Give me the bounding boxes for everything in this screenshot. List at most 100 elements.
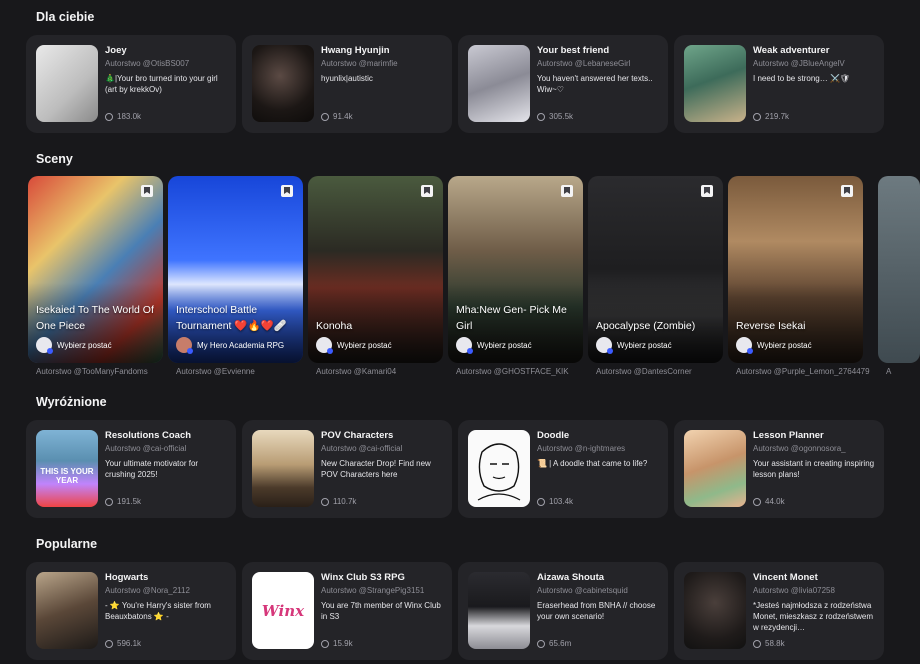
character-avatar bbox=[684, 430, 746, 507]
chat-count-value: 110.7k bbox=[333, 497, 357, 506]
chat-count-value: 183.0k bbox=[117, 112, 142, 121]
chat-bubble-icon bbox=[537, 112, 545, 121]
scene-author[interactable]: Autorstwo @DantesCorner bbox=[596, 367, 736, 376]
choose-character-button[interactable]: Wybierz postać bbox=[456, 337, 532, 354]
character-author[interactable]: Autorstwo @n-ightmares bbox=[537, 444, 660, 453]
scene-title: Isekaied To The World Of One Piece bbox=[36, 304, 154, 332]
character-pick-icon bbox=[316, 337, 333, 354]
character-name: Weak adventurer bbox=[753, 45, 830, 56]
chat-bubble-icon bbox=[537, 497, 545, 506]
chat-count-value: 58.8k bbox=[765, 639, 785, 648]
character-description: 🎄|Your bro turned into your girl (art by… bbox=[105, 74, 218, 94]
character-name: Resolutions Coach bbox=[105, 430, 192, 441]
character-name: Vincent Monet bbox=[753, 572, 818, 583]
scene-card-reverse-isekai[interactable]: Reverse Isekai Wybierz postać Autorstwo … bbox=[728, 176, 870, 376]
character-author[interactable]: Autorstwo @cai-official bbox=[105, 444, 228, 453]
page: Dla ciebie Joey Autorstwo @OtisBS007 🎄|Y… bbox=[0, 0, 920, 664]
character-author[interactable]: Autorstwo @OtisBS007 bbox=[105, 59, 228, 68]
character-avatar bbox=[468, 430, 530, 507]
chat-count: 91.4k bbox=[321, 112, 353, 121]
bookmark-icon[interactable] bbox=[561, 185, 573, 197]
scene-author[interactable]: Autorstwo @GHOSTFACE_KIK bbox=[456, 367, 596, 376]
scene-cta-label: Wybierz postać bbox=[617, 340, 672, 350]
character-author[interactable]: Autorstwo @Nora_2112 bbox=[105, 586, 228, 595]
character-author[interactable]: Autorstwo @ogonnosora_ bbox=[753, 444, 876, 453]
character-author[interactable]: Autorstwo @LebaneseGirl bbox=[537, 59, 660, 68]
chat-count-value: 219.7k bbox=[765, 112, 790, 121]
character-author[interactable]: Autorstwo @cabinetsquid bbox=[537, 586, 660, 595]
scene-card-konoha[interactable]: Konoha Wybierz postać Autorstwo @Kamari0… bbox=[308, 176, 443, 376]
character-card-hwang-hyunjin[interactable]: Hwang Hyunjin Autorstwo @marimfie hyunli… bbox=[242, 35, 452, 133]
scene-card-one-piece[interactable]: Isekaied To The World Of One Piece Wybie… bbox=[28, 176, 163, 376]
scene-card-apocalypse[interactable]: Apocalypse (Zombie) Wybierz postać Autor… bbox=[588, 176, 723, 376]
character-card-pov-characters[interactable]: POV Characters Autorstwo @cai-official N… bbox=[242, 420, 452, 518]
character-description: *Jesteś najmłodsza z rodzeństwa Monet, m… bbox=[753, 601, 874, 632]
chat-count: 65.6m bbox=[537, 639, 571, 648]
character-avatar bbox=[468, 45, 530, 122]
bookmark-icon[interactable] bbox=[281, 185, 293, 197]
chat-count: 596.1k bbox=[105, 639, 141, 648]
character-author[interactable]: Autorstwo @livia07258 bbox=[753, 586, 876, 595]
character-card-joey[interactable]: Joey Autorstwo @OtisBS007 🎄|Your bro tur… bbox=[26, 35, 236, 133]
character-name: Hwang Hyunjin bbox=[321, 45, 390, 56]
section-title-for-you: Dla ciebie bbox=[36, 10, 95, 24]
character-pick-icon bbox=[456, 337, 473, 354]
character-description: Your assistant in creating inspiring les… bbox=[753, 459, 875, 479]
character-avatar bbox=[252, 45, 314, 122]
scene-card-mha-new-gen[interactable]: Mha:New Gen- Pick Me Girl Wybierz postać… bbox=[448, 176, 583, 376]
character-card-lesson-planner[interactable]: Lesson Planner Autorstwo @ogonnosora_ Yo… bbox=[674, 420, 884, 518]
doodle-face-icon bbox=[477, 443, 521, 501]
scene-author[interactable]: Autorstwo @TooManyFandoms bbox=[36, 367, 176, 376]
character-card-best-friend[interactable]: Your best friend Autorstwo @LebaneseGirl… bbox=[458, 35, 668, 133]
character-card-weak-adventurer[interactable]: Weak adventurer Autorstwo @JBlueAngelV I… bbox=[674, 35, 884, 133]
scene-tag[interactable]: My Hero Academia RPG bbox=[176, 337, 284, 354]
bookmark-icon[interactable] bbox=[141, 185, 153, 197]
winx-logo-text: Winx bbox=[261, 601, 305, 620]
character-author[interactable]: Autorstwo @StrangePig3151 bbox=[321, 586, 444, 595]
character-card-doodle[interactable]: Doodle Autorstwo @n-ightmares 📜 | A dood… bbox=[458, 420, 668, 518]
character-card-vincent-monet[interactable]: Vincent Monet Autorstwo @livia07258 *Jes… bbox=[674, 562, 884, 660]
scene-cta-label: Wybierz postać bbox=[57, 340, 112, 350]
scene-title: Reverse Isekai bbox=[736, 320, 806, 332]
character-description: Eraserhead from BNHA // choose your own … bbox=[537, 601, 656, 621]
character-author[interactable]: Autorstwo @JBlueAngelV bbox=[753, 59, 876, 68]
character-name: Winx Club S3 RPG bbox=[321, 572, 405, 583]
avatar-caption: THIS IS YOUR YEAR bbox=[40, 467, 94, 485]
chat-count-value: 596.1k bbox=[117, 639, 142, 648]
chat-bubble-icon bbox=[105, 639, 113, 648]
character-pick-icon bbox=[736, 337, 753, 354]
scene-card-partial[interactable]: A bbox=[878, 176, 920, 376]
scene-author[interactable]: A bbox=[886, 367, 920, 376]
chat-count: 103.4k bbox=[537, 497, 573, 506]
featured-row: THIS IS YOUR YEAR Resolutions Coach Auto… bbox=[26, 420, 920, 520]
choose-character-button[interactable]: Wybierz postać bbox=[316, 337, 392, 354]
character-pick-icon bbox=[36, 337, 53, 354]
character-description: Your ultimate motivator for crushing 202… bbox=[105, 459, 199, 479]
scene-author[interactable]: Autorstwo @Evvienne bbox=[176, 367, 316, 376]
chat-count: 305.5k bbox=[537, 112, 573, 121]
bookmark-icon[interactable] bbox=[421, 185, 433, 197]
character-author[interactable]: Autorstwo @cai-official bbox=[321, 444, 444, 453]
bookmark-icon[interactable] bbox=[701, 185, 713, 197]
character-avatar bbox=[36, 572, 98, 649]
character-description: 📜 | A doodle that came to life? bbox=[537, 459, 648, 468]
character-name: Aizawa Shouta bbox=[537, 572, 605, 583]
scene-author[interactable]: Autorstwo @Kamari04 bbox=[316, 367, 456, 376]
bookmark-icon[interactable] bbox=[841, 185, 853, 197]
character-card-resolutions-coach[interactable]: THIS IS YOUR YEAR Resolutions Coach Auto… bbox=[26, 420, 236, 518]
scene-cta-label: Wybierz postać bbox=[337, 340, 392, 350]
character-card-aizawa-shouta[interactable]: Aizawa Shouta Autorstwo @cabinetsquid Er… bbox=[458, 562, 668, 660]
scene-image bbox=[728, 176, 863, 363]
choose-character-button[interactable]: Wybierz postać bbox=[36, 337, 112, 354]
scene-card-interschool-battle[interactable]: Interschool Battle Tournament ❤️🔥❤️🩹 My … bbox=[168, 176, 303, 376]
choose-character-button[interactable]: Wybierz postać bbox=[596, 337, 672, 354]
character-card-winx-club[interactable]: Winx Winx Club S3 RPG Autorstwo @Strange… bbox=[242, 562, 452, 660]
chat-count-value: 305.5k bbox=[549, 112, 574, 121]
chat-bubble-icon bbox=[105, 497, 113, 506]
character-author[interactable]: Autorstwo @marimfie bbox=[321, 59, 444, 68]
section-title-popular: Popularne bbox=[36, 537, 98, 551]
choose-character-button[interactable]: Wybierz postać bbox=[736, 337, 812, 354]
scene-author[interactable]: Autorstwo @Purple_Lemon_2764479 bbox=[736, 367, 876, 376]
for-you-row: Joey Autorstwo @OtisBS007 🎄|Your bro tur… bbox=[26, 35, 920, 135]
character-card-hogwarts[interactable]: Hogwarts Autorstwo @Nora_2112 - ⭐ You're… bbox=[26, 562, 236, 660]
